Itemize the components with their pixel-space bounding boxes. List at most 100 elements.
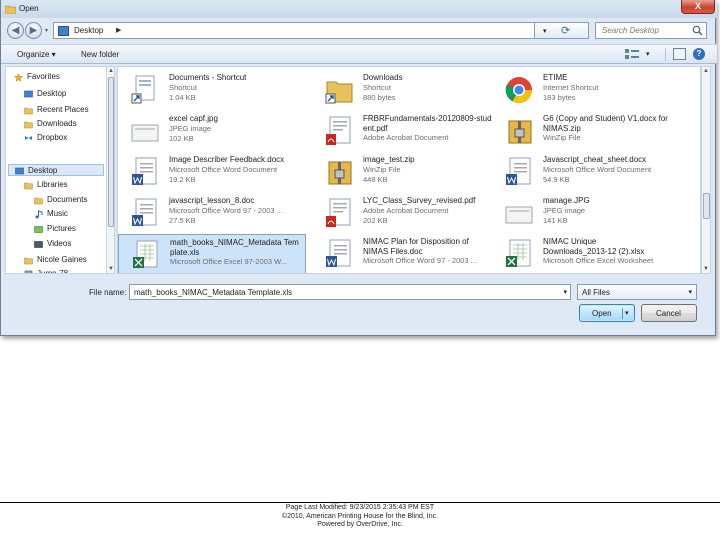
back-button[interactable]: ◀ [7, 22, 24, 39]
split-divider [622, 308, 623, 319]
file-size: 102 KB [169, 134, 194, 143]
change-view-icon[interactable] [623, 48, 643, 61]
recent-locations-dropdown-icon[interactable]: ▾ [45, 27, 51, 34]
scroll-thumb[interactable] [703, 193, 710, 219]
help-icon[interactable]: ? [693, 48, 705, 60]
file-item[interactable]: manage.JPG JPEG image 141 KB [492, 193, 680, 233]
word-doc-icon [504, 156, 534, 188]
file-name-continued: NIMAS.zip [543, 124, 581, 133]
forward-button[interactable]: ▶ [25, 22, 42, 39]
sidebar-item[interactable]: Desktop [8, 164, 104, 176]
sidebar-item-label: Videos [47, 239, 72, 248]
refresh-icon[interactable]: ⟳ [561, 24, 570, 37]
sidebar-item[interactable]: Documents [34, 194, 106, 206]
file-size: 202 KB [363, 216, 388, 225]
file-name-continued: Downloads_2013-12 (2).xlsx [543, 247, 645, 256]
close-button[interactable]: X [681, 0, 715, 14]
file-size: 19.2 KB [169, 175, 196, 184]
sidebar-item-label: Jump-78 [37, 269, 69, 274]
file-item[interactable]: FRBRFundamentals-20120809-stud ent.pdf Ado… [312, 111, 500, 151]
file-item[interactable]: Javascript_cheat_sheet.docx Microsoft Off… [492, 152, 680, 192]
sidebar-item[interactable]: Desktop [24, 88, 106, 100]
title-bar[interactable]: Open X [1, 0, 717, 18]
file-type-select[interactable]: All Files ▾ [577, 284, 697, 300]
file-name: FRBRFundamentals-20120809-stud [363, 114, 492, 123]
file-item[interactable]: excel capf.jpg JPEG image 102 KB [118, 111, 306, 151]
view-dropdown-icon[interactable]: ▾ [646, 50, 650, 58]
breadcrumb-arrow-icon[interactable]: ▶ [116, 26, 121, 34]
address-bar[interactable]: Desktop ▶ [53, 22, 535, 39]
file-type: Internet Shortcut [543, 83, 599, 92]
sidebar-item[interactable]: Downloads [24, 118, 106, 130]
scroll-up-icon[interactable]: ▲ [108, 68, 114, 74]
file-item[interactable]: math_books_NIMAC_Metadata Tem plate.xls Mi… [118, 234, 306, 273]
file-name-continued: NIMAS Files.doc [363, 247, 423, 256]
sidebar-item[interactable]: Videos [34, 238, 106, 250]
sidebar-item-label: Dropbox [37, 133, 68, 142]
file-type: Microsoft Office Word 97 - 2003 ... [169, 206, 283, 215]
sidebar-item[interactable]: Recent Places [24, 104, 106, 116]
sidebar-item[interactable]: Dropbox [24, 132, 106, 144]
file-item[interactable]: NIMAC Unique Downloads_2013-12 (2).xlsx Mi… [492, 234, 680, 273]
file-size: 27.5 KB [169, 216, 196, 225]
file-item[interactable]: Image Describer Feedback.docx Microsoft O… [118, 152, 306, 192]
chevron-down-icon[interactable]: ▾ [563, 288, 567, 296]
excel-file-icon [504, 238, 534, 270]
scroll-down-icon[interactable]: ▼ [703, 266, 709, 272]
screen: Open X ◀ ▶ ▾ Desktop ▶ ▾ ⟳ Search Deskto… [0, 0, 720, 540]
file-item[interactable]: G6 (Copy and Student) V1.docx for NIMAS.z… [492, 111, 680, 151]
address-row: ◀ ▶ ▾ Desktop ▶ ▾ ⟳ Search Desktop [1, 18, 717, 44]
scroll-thumb[interactable] [108, 77, 114, 227]
search-icon[interactable] [692, 25, 703, 36]
file-list: Documents - Shortcut Shortcut 1.04 KB Downl… [117, 66, 701, 274]
file-name: Documents - Shortcut [169, 73, 247, 82]
file-item[interactable]: Documents - Shortcut Shortcut 1.04 KB [118, 70, 306, 110]
scroll-up-icon[interactable]: ▲ [703, 68, 709, 74]
file-item[interactable]: javascript_lesson_8.doc Microsoft Office … [118, 193, 306, 233]
file-type: JPEG image [543, 206, 586, 215]
pdf-icon [324, 197, 354, 229]
word-doc-icon [130, 156, 160, 188]
cancel-button[interactable]: Cancel [641, 304, 697, 322]
sidebar-item[interactable]: Favorites [14, 71, 106, 83]
navigation-scrollbar[interactable]: ▲ ▼ [106, 66, 115, 274]
sidebar-item[interactable]: Nicole Gaines [24, 254, 106, 266]
address-dropdown-icon[interactable]: ▾ [543, 27, 547, 35]
file-name: G6 (Copy and Student) V1.docx for [543, 114, 668, 123]
chevron-down-icon[interactable]: ▾ [688, 288, 692, 296]
file-item[interactable]: ETIME Internet Shortcut 183 bytes [492, 70, 680, 110]
file-item[interactable]: NIMAC Plan for Disposition of NIMAS Files… [312, 234, 500, 273]
zip-icon [504, 115, 534, 147]
file-name-value[interactable]: math_books_NIMAC_Metadata Template.xls [134, 288, 292, 297]
new-folder-button[interactable]: New folder [81, 50, 119, 59]
file-item[interactable]: Downloads Shortcut 880 bytes [312, 70, 500, 110]
sidebar-item[interactable]: Music [34, 208, 106, 220]
sidebar-item[interactable]: Jump-78 [24, 268, 106, 274]
file-item[interactable]: image_test.zip WinZip File 448 KB [312, 152, 500, 192]
scroll-down-icon[interactable]: ▼ [108, 266, 114, 272]
open-options-dropdown-icon[interactable]: ▾ [625, 309, 629, 317]
file-item[interactable]: LYC_Class_Survey_revised.pdf Adobe Acroba… [312, 193, 500, 233]
computer-icon [24, 270, 33, 273]
open-button[interactable]: Open ▾ [579, 304, 635, 322]
sidebar-item[interactable]: Libraries [24, 179, 106, 191]
address-location[interactable]: Desktop [74, 26, 103, 35]
file-type: WinZip File [543, 133, 581, 142]
file-type: Adobe Acrobat Document [363, 133, 449, 142]
word-doc-icon [130, 197, 160, 229]
file-type: Microsoft Office Word 97 - 2003 ... [363, 256, 477, 265]
file-name-continued: plate.xls [170, 248, 200, 257]
sidebar-item-label: Favorites [27, 72, 60, 81]
file-list-scrollbar[interactable]: ▲ ▼ [701, 66, 711, 274]
folder-shortcut-icon [324, 74, 354, 106]
sidebar-item[interactable]: Pictures [34, 223, 106, 235]
organize-button[interactable]: Organize ▾ [17, 50, 56, 59]
file-name: NIMAC Unique [543, 237, 597, 246]
search-input[interactable]: Search Desktop [595, 22, 707, 39]
folder-icon [5, 5, 16, 14]
file-name-input[interactable]: math_books_NIMAC_Metadata Template.xls ▾ [129, 284, 571, 300]
file-size: 141 KB [543, 216, 568, 225]
preview-pane-icon[interactable] [673, 48, 686, 60]
shortcut-icon [130, 74, 160, 106]
open-button-label: Open [592, 309, 612, 318]
